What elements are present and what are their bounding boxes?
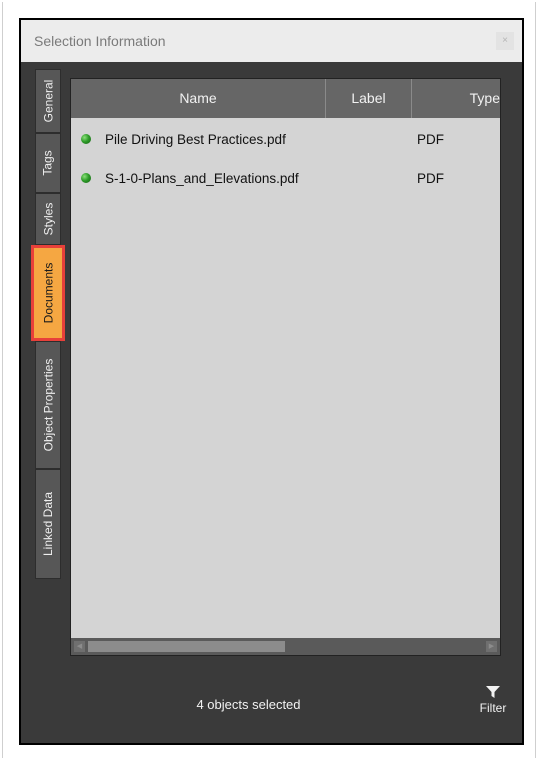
tab-label: Object Properties xyxy=(41,358,55,452)
document-type: PDF xyxy=(417,132,444,147)
filter-funnel-icon xyxy=(486,686,500,698)
tab-general[interactable]: General xyxy=(35,69,61,133)
grid-header: Name Label Type xyxy=(71,79,500,118)
column-header-type[interactable]: Type xyxy=(412,79,500,118)
filter-label: Filter xyxy=(479,701,507,715)
tab-label: Linked Data xyxy=(41,491,56,557)
tab-styles[interactable]: Styles xyxy=(35,193,61,245)
close-icon: × xyxy=(502,35,508,46)
document-type: PDF xyxy=(417,171,444,186)
tab-label: Documents xyxy=(41,262,56,324)
table-row[interactable]: S-1-0-Plans_and_Elevations.pdf PDF xyxy=(71,164,500,194)
tab-linked-data[interactable]: Linked Data xyxy=(35,469,61,579)
filter-button[interactable]: Filter xyxy=(473,685,513,725)
tab-label: Styles xyxy=(41,202,55,236)
scroll-left-icon[interactable]: ◀ xyxy=(74,641,85,652)
close-button[interactable]: × xyxy=(496,32,514,50)
scroll-right-icon[interactable]: ▶ xyxy=(486,641,497,652)
document-name: Pile Driving Best Practices.pdf xyxy=(105,132,286,147)
tab-object-properties[interactable]: Object Properties xyxy=(35,341,61,469)
table-row[interactable]: Pile Driving Best Practices.pdf PDF xyxy=(71,125,500,155)
documents-grid: Name Label Type Pile Driving Best Practi… xyxy=(70,78,501,656)
window-title: Selection Information xyxy=(34,33,166,49)
column-header-label[interactable]: Label xyxy=(326,79,412,118)
tab-label: General xyxy=(41,79,56,123)
selection-status: 4 objects selected xyxy=(196,697,301,712)
document-name: S-1-0-Plans_and_Elevations.pdf xyxy=(105,171,299,186)
green-status-dot-icon xyxy=(81,134,91,144)
tab-documents[interactable]: Documents xyxy=(31,245,65,341)
tab-label: Tags xyxy=(41,150,56,176)
tab-tags[interactable]: Tags xyxy=(35,133,61,193)
title-bar[interactable]: Selection Information × xyxy=(21,20,522,62)
selection-information-window: Selection Information × General Tags Sty… xyxy=(19,18,524,745)
column-header-name[interactable]: Name xyxy=(71,79,326,118)
horizontal-scrollbar[interactable]: ◀ ▶ xyxy=(71,638,500,655)
scrollbar-thumb[interactable] xyxy=(88,641,285,652)
green-status-dot-icon xyxy=(81,173,91,183)
